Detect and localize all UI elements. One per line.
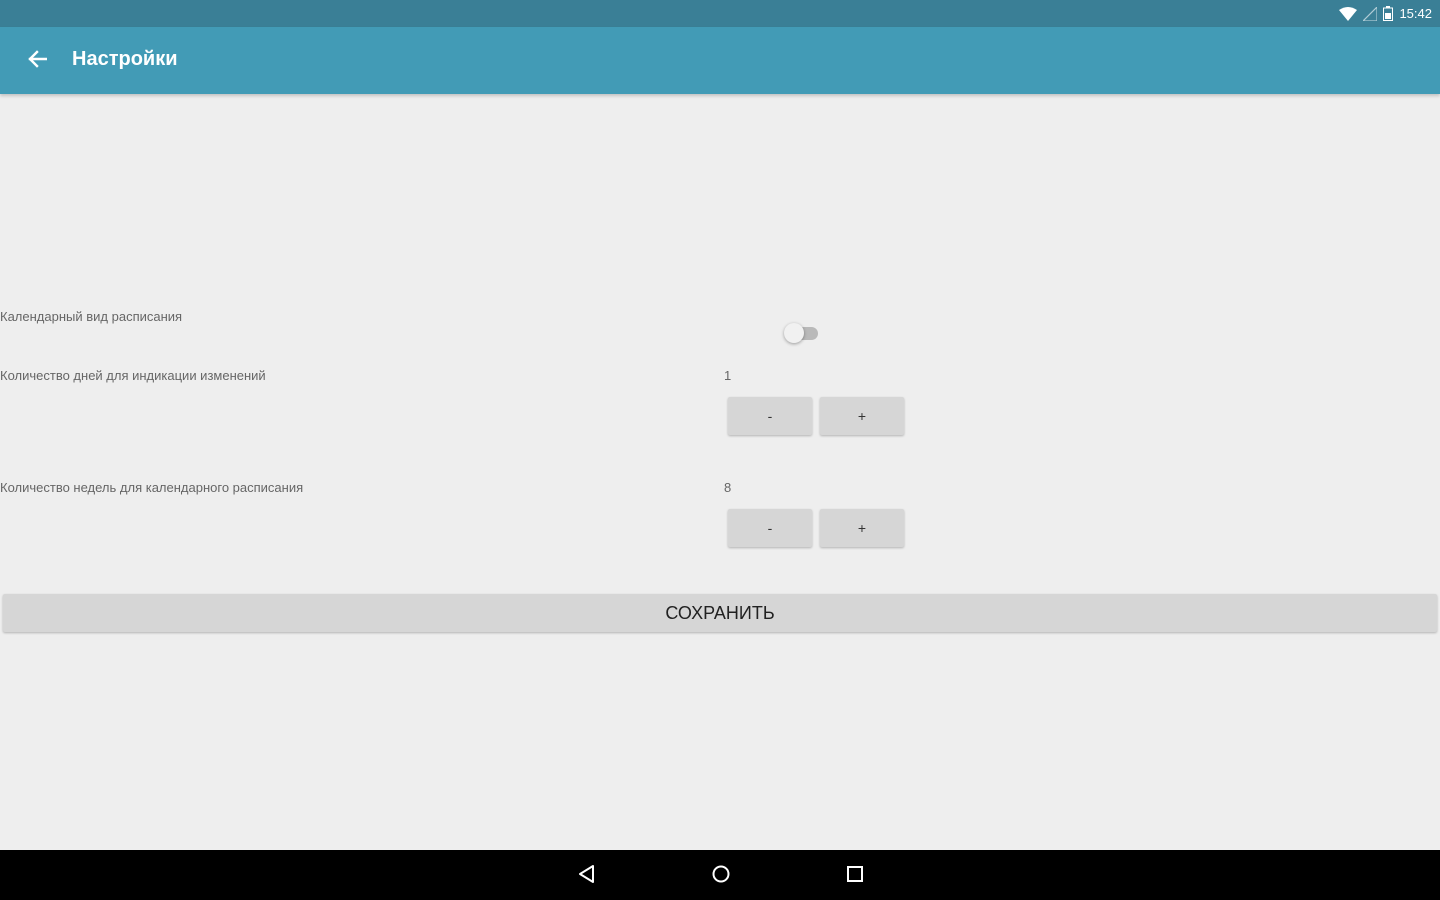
nav-back-button[interactable] <box>572 861 602 891</box>
calendar-weeks-increment-button[interactable]: + <box>820 509 904 547</box>
switch-thumb <box>784 323 804 343</box>
nav-home-button[interactable] <box>706 861 736 891</box>
page-title: Настройки <box>72 48 178 70</box>
save-button[interactable]: СОХРАНИТЬ <box>3 594 1437 632</box>
status-icons: 15:42 <box>1339 0 1432 27</box>
nav-recents-icon <box>845 864 865 888</box>
wifi-icon <box>1339 6 1358 21</box>
app-bar: Настройки <box>0 27 1440 94</box>
change-days-increment-button[interactable]: + <box>820 397 904 435</box>
calendar-weeks-value: 8 <box>724 480 732 495</box>
calendar-weeks-label: Количество недель для календарного распи… <box>0 480 304 495</box>
change-days-label: Количество дней для индикации изменений <box>0 368 266 383</box>
calendar-view-label: Календарный вид расписания <box>0 309 183 324</box>
nav-recents-button[interactable] <box>840 861 870 891</box>
signal-icon <box>1363 6 1378 21</box>
status-bar: 15:42 <box>0 0 1440 27</box>
battery-icon <box>1383 6 1394 21</box>
status-time: 15:42 <box>1399 6 1432 21</box>
nav-back-icon <box>577 864 597 888</box>
nav-home-icon <box>711 864 731 888</box>
navigation-bar <box>0 850 1440 900</box>
arrow-back-icon <box>27 50 48 72</box>
change-days-decrement-button[interactable]: - <box>728 397 812 435</box>
calendar-view-switch[interactable] <box>782 322 820 344</box>
back-button[interactable] <box>22 47 52 75</box>
change-days-value: 1 <box>724 368 732 383</box>
calendar-weeks-decrement-button[interactable]: - <box>728 509 812 547</box>
